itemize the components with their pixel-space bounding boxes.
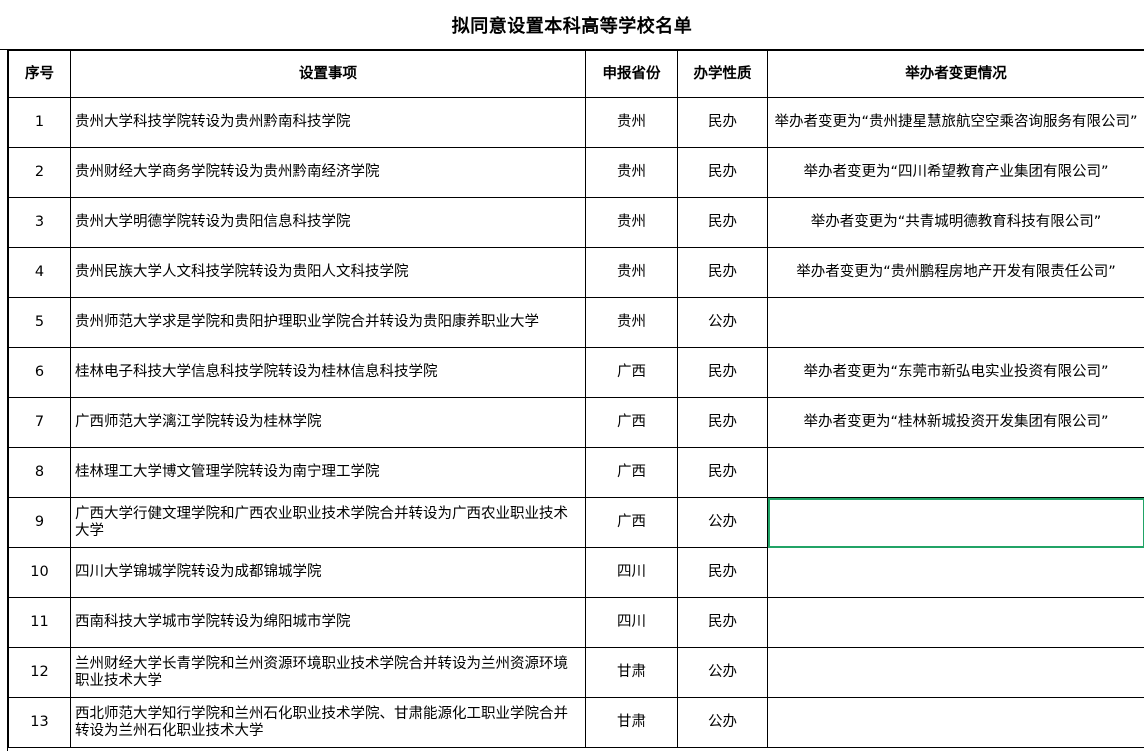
table-row: 11 西南科技大学城市学院转设为绵阳城市学院 四川 民办 bbox=[8, 597, 1144, 648]
cell-num[interactable]: 5 bbox=[8, 297, 71, 348]
cell-change[interactable]: 举办者变更为“贵州鹏程房地产开发有限责任公司” bbox=[767, 247, 1144, 298]
table-row: 2 贵州财经大学商务学院转设为贵州黔南经济学院 贵州 民办 举办者变更为“四川希望教育产… bbox=[8, 147, 1144, 198]
cell-province[interactable]: 广西 bbox=[585, 347, 678, 398]
cell-type[interactable]: 民办 bbox=[677, 397, 768, 448]
data-table: 序号 设置事项 申报省份 办学性质 举办者变更情况 1 贵州大学科技学院转设为贵州… bbox=[8, 50, 1144, 748]
cell-num[interactable]: 7 bbox=[8, 397, 71, 448]
cell-item[interactable]: 贵州大学科技学院转设为贵州黔南科技学院 bbox=[70, 97, 586, 148]
selected-cell[interactable] bbox=[767, 497, 1144, 548]
table-row: 1 贵州大学科技学院转设为贵州黔南科技学院 贵州 民办 举办者变更为“贵州捷星慧旅航空空… bbox=[8, 97, 1144, 148]
title-cell[interactable]: 拟同意设置本科高等学校名单 bbox=[0, 0, 1144, 50]
cell-change[interactable] bbox=[767, 547, 1144, 598]
cell-item[interactable]: 贵州大学明德学院转设为贵阳信息科技学院 bbox=[70, 197, 586, 248]
cell-province[interactable]: 甘肃 bbox=[585, 697, 678, 748]
cell-type[interactable]: 公办 bbox=[677, 497, 768, 548]
cell-type[interactable]: 公办 bbox=[677, 697, 768, 748]
cell-num[interactable]: 2 bbox=[8, 147, 71, 198]
cell-type[interactable]: 公办 bbox=[677, 297, 768, 348]
table-row: 3 贵州大学明德学院转设为贵阳信息科技学院 贵州 民办 举办者变更为“共青城明德教育科技… bbox=[8, 197, 1144, 248]
cell-province[interactable]: 四川 bbox=[585, 547, 678, 598]
cell-change[interactable]: 举办者变更为“共青城明德教育科技有限公司” bbox=[767, 197, 1144, 248]
cell-item[interactable]: 西北师范大学知行学院和兰州石化职业技术学院、甘肃能源化工职业学院合并转设为兰州石… bbox=[70, 697, 586, 748]
cell-province[interactable]: 广西 bbox=[585, 397, 678, 448]
header-row: 序号 设置事项 申报省份 办学性质 举办者变更情况 bbox=[8, 50, 1144, 98]
cell-type[interactable]: 民办 bbox=[677, 97, 768, 148]
cell-change[interactable]: 举办者变更为“贵州捷星慧旅航空空乘咨询服务有限公司” bbox=[767, 97, 1144, 148]
cell-province[interactable]: 四川 bbox=[585, 597, 678, 648]
table-row: 5 贵州师范大学求是学院和贵阳护理职业学院合并转设为贵阳康养职业大学 贵州 公办 bbox=[8, 297, 1144, 348]
cell-num[interactable]: 11 bbox=[8, 597, 71, 648]
table-row: 4 贵州民族大学人文科技学院转设为贵阳人文科技学院 贵州 民办 举办者变更为“贵州鹏程房… bbox=[8, 247, 1144, 298]
cell-change[interactable] bbox=[767, 647, 1144, 698]
header-type[interactable]: 办学性质 bbox=[677, 50, 768, 98]
cell-item[interactable]: 贵州财经大学商务学院转设为贵州黔南经济学院 bbox=[70, 147, 586, 198]
cell-change[interactable]: 举办者变更为“桂林新城投资开发集团有限公司” bbox=[767, 397, 1144, 448]
table-row: 6 桂林电子科技大学信息科技学院转设为桂林信息科技学院 广西 民办 举办者变更为“东莞市… bbox=[8, 347, 1144, 398]
cell-item[interactable]: 广西大学行健文理学院和广西农业职业技术学院合并转设为广西农业职业技术大学 bbox=[70, 497, 586, 548]
cell-type[interactable]: 公办 bbox=[677, 647, 768, 698]
cell-province[interactable]: 贵州 bbox=[585, 247, 678, 298]
cell-province[interactable]: 贵州 bbox=[585, 97, 678, 148]
cell-item[interactable]: 西南科技大学城市学院转设为绵阳城市学院 bbox=[70, 597, 586, 648]
cell-type[interactable]: 民办 bbox=[677, 547, 768, 598]
cell-type[interactable]: 民办 bbox=[677, 247, 768, 298]
cell-num[interactable]: 12 bbox=[8, 647, 71, 698]
table-row: 7 广西师范大学漓江学院转设为桂林学院 广西 民办 举办者变更为“桂林新城投资开发集团有… bbox=[8, 397, 1144, 448]
cell-num[interactable]: 3 bbox=[8, 197, 71, 248]
cell-item[interactable]: 贵州师范大学求是学院和贵阳护理职业学院合并转设为贵阳康养职业大学 bbox=[70, 297, 586, 348]
cell-num[interactable]: 13 bbox=[8, 697, 71, 748]
spreadsheet: 拟同意设置本科高等学校名单 序号 设置事项 申报省份 办学性质 举办者变更情况 … bbox=[0, 0, 1144, 751]
cell-province[interactable]: 广西 bbox=[585, 447, 678, 498]
cell-province[interactable]: 贵州 bbox=[585, 297, 678, 348]
cell-item[interactable]: 四川大学锦城学院转设为成都锦城学院 bbox=[70, 547, 586, 598]
sheet-title: 拟同意设置本科高等学校名单 bbox=[451, 15, 693, 37]
header-province[interactable]: 申报省份 bbox=[585, 50, 678, 98]
cell-province[interactable]: 贵州 bbox=[585, 197, 678, 248]
cell-type[interactable]: 民办 bbox=[677, 147, 768, 198]
cell-item[interactable]: 兰州财经大学长青学院和兰州资源环境职业技术学院合并转设为兰州资源环境职业技术大学 bbox=[70, 647, 586, 698]
cell-item[interactable]: 桂林电子科技大学信息科技学院转设为桂林信息科技学院 bbox=[70, 347, 586, 398]
cell-num[interactable]: 6 bbox=[8, 347, 71, 398]
cell-item[interactable]: 贵州民族大学人文科技学院转设为贵阳人文科技学院 bbox=[70, 247, 586, 298]
cell-change[interactable]: 举办者变更为“东莞市新弘电实业投资有限公司” bbox=[767, 347, 1144, 398]
cell-change[interactable] bbox=[767, 447, 1144, 498]
cell-item[interactable]: 广西师范大学漓江学院转设为桂林学院 bbox=[70, 397, 586, 448]
table-row: 13 西北师范大学知行学院和兰州石化职业技术学院、甘肃能源化工职业学院合并转设为兰… bbox=[8, 697, 1144, 748]
cell-province[interactable]: 甘肃 bbox=[585, 647, 678, 698]
cell-num[interactable]: 1 bbox=[8, 97, 71, 148]
table-row: 8 桂林理工大学博文管理学院转设为南宁理工学院 广西 民办 bbox=[8, 447, 1144, 498]
cell-change[interactable] bbox=[767, 697, 1144, 748]
cell-province[interactable]: 贵州 bbox=[585, 147, 678, 198]
cell-change[interactable]: 举办者变更为“四川希望教育产业集团有限公司” bbox=[767, 147, 1144, 198]
cell-item[interactable]: 桂林理工大学博文管理学院转设为南宁理工学院 bbox=[70, 447, 586, 498]
table-row: 12 兰州财经大学长青学院和兰州资源环境职业技术学院合并转设为兰州资源环境职业技术… bbox=[8, 647, 1144, 698]
cell-num[interactable]: 8 bbox=[8, 447, 71, 498]
cell-change[interactable] bbox=[767, 297, 1144, 348]
cell-province[interactable]: 广西 bbox=[585, 497, 678, 548]
left-gutter bbox=[0, 50, 8, 751]
cell-num[interactable]: 9 bbox=[8, 497, 71, 548]
cell-change[interactable] bbox=[767, 597, 1144, 648]
header-change[interactable]: 举办者变更情况 bbox=[767, 50, 1144, 98]
cell-num[interactable]: 4 bbox=[8, 247, 71, 298]
cell-num[interactable]: 10 bbox=[8, 547, 71, 598]
header-num[interactable]: 序号 bbox=[8, 50, 71, 98]
cell-type[interactable]: 民办 bbox=[677, 347, 768, 398]
cell-type[interactable]: 民办 bbox=[677, 447, 768, 498]
table-row: 9 广西大学行健文理学院和广西农业职业技术学院合并转设为广西农业职业技术大学 广西公… bbox=[8, 497, 1144, 548]
cell-type[interactable]: 民办 bbox=[677, 197, 768, 248]
header-item[interactable]: 设置事项 bbox=[70, 50, 586, 98]
table-row: 10 四川大学锦城学院转设为成都锦城学院 四川 民办 bbox=[8, 547, 1144, 598]
cell-type[interactable]: 民办 bbox=[677, 597, 768, 648]
